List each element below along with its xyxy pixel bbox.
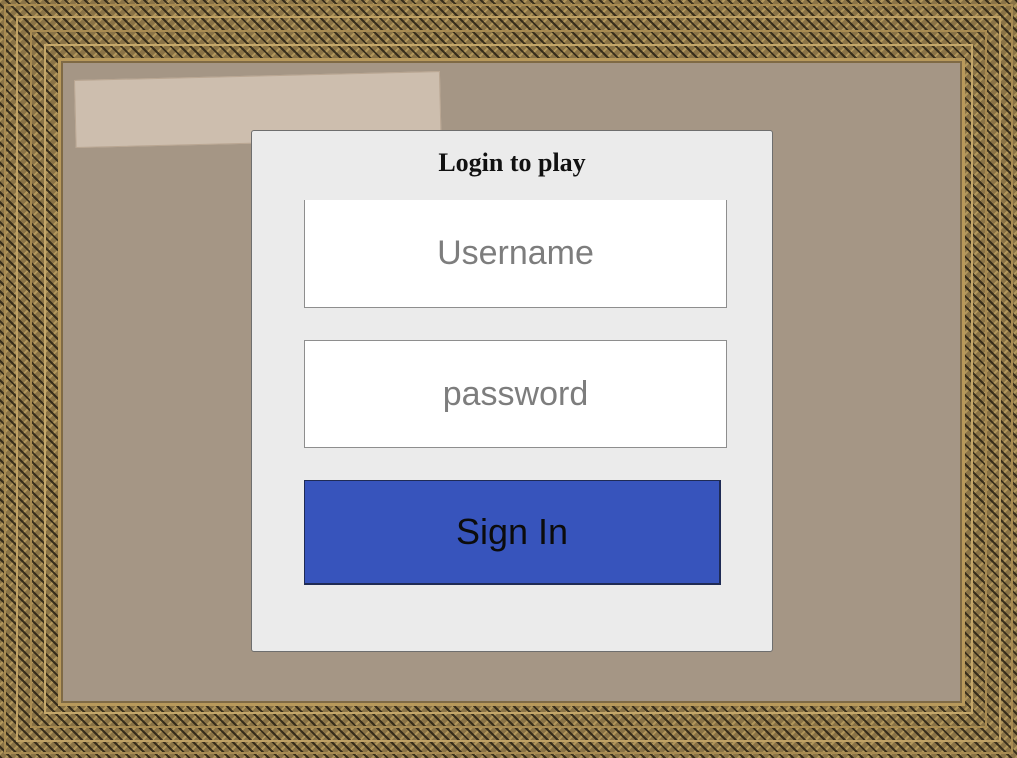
sign-in-button[interactable]: Sign In xyxy=(304,480,721,585)
username-input[interactable] xyxy=(304,200,727,308)
login-dialog: Login to play Sign In xyxy=(251,130,773,652)
login-title: Login to play xyxy=(438,148,586,177)
password-input[interactable] xyxy=(304,340,727,448)
